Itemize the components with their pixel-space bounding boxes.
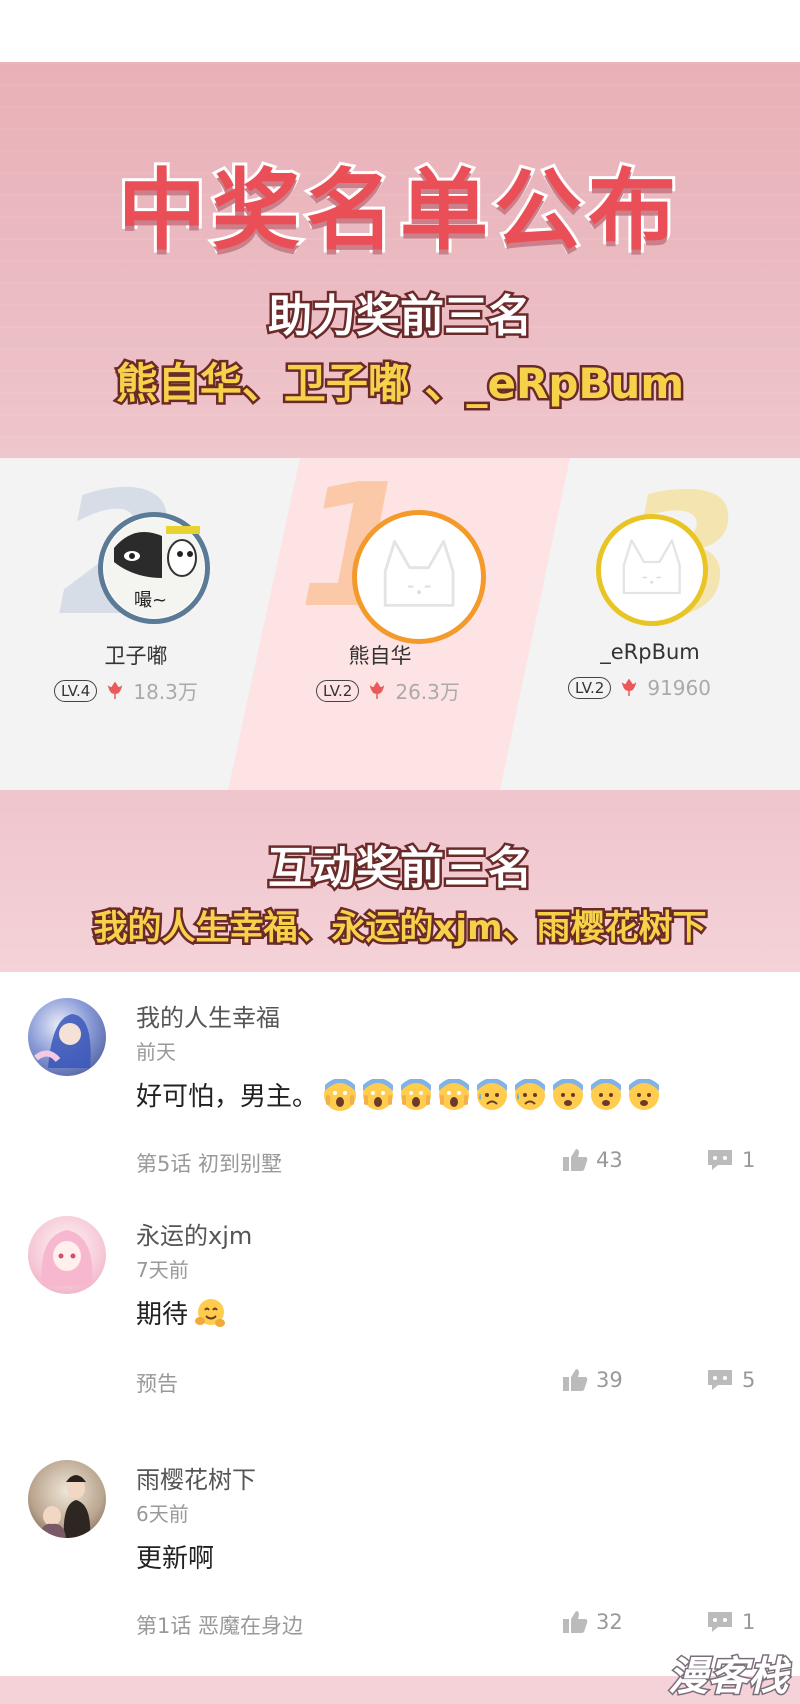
comment-bubble-icon bbox=[708, 1370, 732, 1390]
fearful-emoji-icon bbox=[590, 1077, 622, 1111]
avatar[interactable] bbox=[28, 1216, 106, 1294]
scream-emoji-icon bbox=[324, 1077, 357, 1111]
comment-text: 更新啊 bbox=[136, 1544, 215, 1574]
default-rabbit-icon bbox=[383, 539, 455, 607]
anime-avatar-icon bbox=[34, 1014, 91, 1068]
meme-face-icon: 嘬~ bbox=[104, 518, 204, 618]
comment-text: 好可怕，男主。 bbox=[136, 1082, 319, 1112]
comment-chapter[interactable]: 第1话 恶魔在身边 bbox=[136, 1610, 303, 1640]
thumbs-up-icon bbox=[563, 1149, 588, 1171]
anxious-sweat-emoji-icon bbox=[514, 1077, 546, 1111]
photo-avatar-icon bbox=[38, 1475, 91, 1538]
fearful-emoji-icon bbox=[628, 1077, 660, 1111]
podium-stats-3: LV.2 91960 bbox=[568, 676, 711, 700]
level-badge: LV.2 bbox=[316, 679, 360, 702]
interaction-award-banner: 互动奖前三名 我的人生幸福、永运的xjm、雨樱花树下 bbox=[0, 790, 800, 972]
avatar-caption: 嘬~ bbox=[134, 590, 167, 611]
reply-button[interactable]: 1 bbox=[706, 1148, 755, 1172]
scream-emoji-icon bbox=[362, 1077, 394, 1111]
help-award-podium: 2 嘬~ 卫子嘟 LV.4 18.3万 1 熊自华 LV.2 26 bbox=[0, 458, 800, 790]
reply-count: 1 bbox=[742, 1148, 756, 1172]
avatar-rank-3[interactable] bbox=[596, 514, 708, 626]
popularity-value: 18.3万 bbox=[133, 680, 198, 704]
avatar[interactable] bbox=[28, 1460, 106, 1538]
comment-time: 6天前 bbox=[136, 1502, 189, 1526]
like-count: 39 bbox=[596, 1368, 623, 1392]
anime-avatar-icon bbox=[41, 1230, 93, 1286]
flower-icon bbox=[108, 681, 123, 699]
fearful-emoji-icon bbox=[552, 1077, 584, 1111]
podium-name-1[interactable]: 熊自华 bbox=[280, 640, 480, 670]
reply-count: 1 bbox=[742, 1610, 756, 1634]
watermark-logo: 漫客栈 bbox=[667, 1653, 790, 1702]
comment-bubble-icon bbox=[708, 1612, 732, 1632]
reply-count: 5 bbox=[742, 1368, 756, 1392]
reply-button[interactable]: 5 bbox=[706, 1368, 755, 1392]
announcement-title: 中奖名单公布 bbox=[115, 156, 682, 265]
scream-emoji-icon bbox=[438, 1077, 470, 1111]
comment-chapter[interactable]: 第5话 初到别墅 bbox=[136, 1148, 282, 1178]
like-button[interactable]: 39 bbox=[562, 1368, 623, 1392]
comment-body: 期待 bbox=[136, 1294, 226, 1331]
thumbs-up-icon bbox=[563, 1611, 588, 1633]
avatar-rank-1[interactable] bbox=[352, 510, 486, 644]
anxious-sweat-emoji-icon bbox=[476, 1077, 508, 1111]
thumbs-up-icon bbox=[563, 1369, 588, 1391]
top-strip bbox=[0, 0, 800, 62]
popularity-value: 26.3万 bbox=[395, 680, 460, 704]
podium-name-3[interactable]: _eRpBum bbox=[550, 640, 750, 664]
flower-icon bbox=[622, 678, 637, 696]
comment-time: 前天 bbox=[136, 1040, 176, 1064]
like-button[interactable]: 32 bbox=[562, 1610, 623, 1634]
hugging-emoji-icon bbox=[194, 1297, 226, 1329]
level-badge: LV.2 bbox=[568, 677, 612, 699]
comment-bubble-icon bbox=[708, 1150, 732, 1170]
comment-time: 7天前 bbox=[136, 1258, 189, 1282]
default-rabbit-icon bbox=[622, 539, 682, 595]
like-count: 32 bbox=[596, 1610, 623, 1634]
comment-chapter[interactable]: 预告 bbox=[136, 1368, 178, 1398]
like-count: 43 bbox=[596, 1148, 623, 1172]
avatar[interactable] bbox=[28, 998, 106, 1076]
podium-stats-1: LV.2 26.3万 bbox=[316, 676, 460, 705]
comment-text: 期待 bbox=[136, 1300, 189, 1330]
podium-stats-2: LV.4 18.3万 bbox=[54, 676, 198, 705]
comment-body: 更新啊 bbox=[136, 1538, 214, 1575]
flower-icon bbox=[370, 681, 385, 699]
interaction-award-heading: 互动奖前三名 bbox=[266, 841, 535, 897]
avatar-rank-2[interactable]: 嘬~ bbox=[98, 512, 210, 624]
scream-emoji-icon bbox=[400, 1077, 432, 1111]
comment-list: 我的人生幸福 前天 好可怕，男主。 第5话 初到别墅 43 1 永运的xjm 7… bbox=[0, 972, 800, 1676]
comment-username[interactable]: 雨樱花树下 bbox=[136, 1460, 256, 1495]
popularity-value: 91960 bbox=[647, 676, 711, 700]
comment-username[interactable]: 我的人生幸福 bbox=[136, 998, 280, 1033]
interaction-award-winners: 我的人生幸福、永运的xjm、雨樱花树下 bbox=[91, 906, 709, 951]
comment-username[interactable]: 永运的xjm bbox=[136, 1216, 252, 1251]
level-badge: LV.4 bbox=[54, 679, 98, 702]
help-award-winners: 熊自华、卫子嘟 、_eRpBum bbox=[113, 357, 686, 411]
reply-button[interactable]: 1 bbox=[706, 1610, 755, 1634]
comment-body: 好可怕，男主。 bbox=[136, 1076, 660, 1113]
winners-banner: 中奖名单公布 助力奖前三名 熊自华、卫子嘟 、_eRpBum bbox=[0, 62, 800, 458]
help-award-heading: 助力奖前三名 bbox=[266, 289, 535, 345]
podium-name-2[interactable]: 卫子嘟 bbox=[36, 640, 236, 670]
like-button[interactable]: 43 bbox=[562, 1148, 623, 1172]
